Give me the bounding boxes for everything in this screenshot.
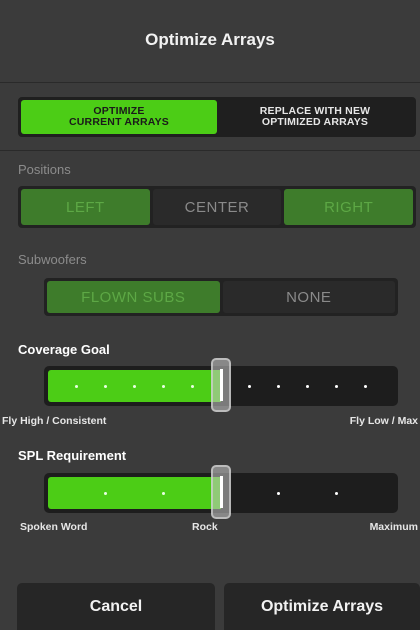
slider-step-dot bbox=[277, 492, 281, 495]
slider-step-dot bbox=[161, 385, 165, 388]
spl-requirement-label: SPL Requirement bbox=[18, 448, 127, 463]
slider-thumb-line bbox=[220, 369, 223, 401]
subwoofers-segmented-control: FLOWN SUBS NONE bbox=[44, 278, 398, 316]
mode-replace-new-button[interactable]: REPLACE WITH NEW OPTIMIZED ARRAYS bbox=[217, 100, 413, 134]
slider-step-dot bbox=[277, 385, 281, 388]
slider-step-dot bbox=[190, 385, 194, 388]
divider bbox=[0, 82, 420, 83]
position-center-button[interactable]: CENTER bbox=[152, 189, 282, 225]
mode-segmented-control: OPTIMIZE CURRENT ARRAYS REPLACE WITH NEW O… bbox=[18, 97, 416, 137]
slider-step-dot bbox=[306, 385, 309, 388]
coverage-goal-slider[interactable] bbox=[44, 358, 398, 412]
flown-subs-button[interactable]: FLOWN SUBS bbox=[47, 281, 220, 313]
coverage-goal-label: Coverage Goal bbox=[18, 342, 110, 357]
slider-step-dot bbox=[363, 385, 367, 388]
positions-label: Positions bbox=[18, 162, 71, 177]
coverage-min-label: Fly High / Consistent bbox=[2, 415, 107, 427]
slider-thumb[interactable] bbox=[211, 465, 231, 519]
dialog-title: Optimize Arrays bbox=[145, 30, 275, 49]
slider-fill bbox=[48, 477, 221, 509]
slider-step-dot bbox=[248, 385, 252, 388]
slider-thumb[interactable] bbox=[211, 358, 231, 412]
divider bbox=[0, 150, 420, 151]
slider-step-dot bbox=[334, 492, 338, 495]
coverage-max-label: Fly Low / Max bbox=[349, 415, 418, 427]
mode-optimize-current-button[interactable]: OPTIMIZE CURRENT ARRAYS bbox=[21, 100, 217, 134]
spl-min-label: Spoken Word bbox=[20, 521, 88, 533]
slider-step-dot bbox=[334, 385, 338, 388]
positions-segmented-control: LEFT CENTER RIGHT bbox=[18, 186, 416, 228]
spl-requirement-slider[interactable] bbox=[44, 465, 398, 519]
subwoofers-label: Subwoofers bbox=[18, 252, 87, 267]
slider-step-dot bbox=[161, 492, 165, 495]
slider-thumb-line bbox=[220, 476, 223, 508]
cancel-button[interactable]: Cancel bbox=[17, 583, 215, 630]
spl-mid-label: Rock bbox=[192, 521, 218, 533]
optimize-arrays-button[interactable]: Optimize Arrays bbox=[224, 583, 420, 630]
spl-max-label: Maximum bbox=[369, 521, 418, 533]
position-left-button[interactable]: LEFT bbox=[21, 189, 150, 225]
none-subs-button[interactable]: NONE bbox=[222, 281, 395, 313]
optimize-arrays-dialog: Optimize Arrays OPTIMIZE CURRENT ARRAYS R… bbox=[0, 0, 420, 630]
slider-step-dot bbox=[133, 385, 136, 388]
position-right-button[interactable]: RIGHT bbox=[284, 189, 414, 225]
